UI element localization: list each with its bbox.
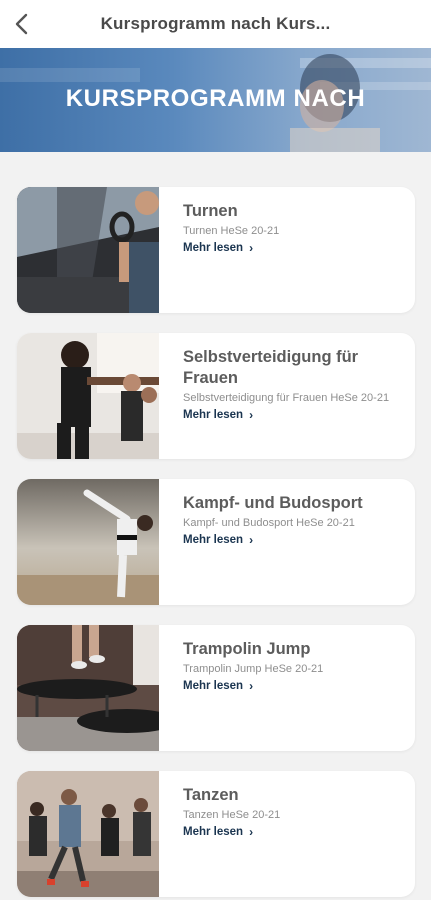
chevron-right-icon: › [249,679,254,693]
course-image-turnen [17,187,159,313]
course-name: Trampolin Jump [183,640,311,658]
course-card-tanzen[interactable]: Tanzen Tanzen HeSe 20-21 Mehr lesen › [17,771,415,897]
read-more-link[interactable]: Mehr lesen › [183,825,253,839]
read-more-link[interactable]: Mehr lesen › [183,241,253,255]
hero-banner: KURSPROGRAMM NACH [0,48,431,152]
chevron-right-icon: › [249,533,254,547]
course-card-kampfsport[interactable]: Kampf- und Budosport Kampf- und Budospor… [17,479,415,605]
read-more-label: Mehr lesen [183,826,244,838]
read-more-link[interactable]: Mehr lesen › [183,679,253,693]
course-image-kampfsport [17,479,159,605]
course-name: Selbstverteidigung für Frauen [183,348,359,387]
course-card-turnen[interactable]: Turnen Turnen HeSe 20-21 Mehr lesen › [17,187,415,313]
top-bar: Kursprogramm nach Kurs... [0,0,431,48]
hero-title: KURSPROGRAMM NACH [65,85,366,112]
read-more-label: Mehr lesen [183,409,244,421]
chevron-right-icon: › [249,825,254,839]
course-subtitle: Tanzen HeSe 20-21 [183,809,281,821]
chevron-right-icon: › [249,241,254,255]
course-card-selbstverteidigung[interactable]: Selbstverteidigung für Frauen Selbstvert… [17,333,415,459]
course-subtitle: Kampf- und Budosport HeSe 20-21 [183,517,355,529]
course-image-trampolin [17,625,159,751]
course-subtitle: Turnen HeSe 20-21 [183,225,280,237]
chevron-right-icon: › [249,408,254,422]
course-subtitle: Trampolin Jump HeSe 20-21 [183,663,324,675]
course-name: Turnen [183,202,238,220]
course-image-tanzen [17,771,159,897]
read-more-label: Mehr lesen [183,680,244,692]
course-card-trampolin[interactable]: Trampolin Jump Trampolin Jump HeSe 20-21… [17,625,415,751]
read-more-link[interactable]: Mehr lesen › [183,533,253,547]
read-more-link[interactable]: Mehr lesen › [183,408,253,422]
read-more-label: Mehr lesen [183,534,244,546]
course-name: Tanzen [183,786,239,804]
read-more-label: Mehr lesen [183,242,244,254]
course-name: Kampf- und Budosport [183,494,363,512]
course-subtitle: Selbstverteidigung für Frauen HeSe 20-21 [183,392,390,404]
page-title: Kursprogramm nach Kurs... [100,14,331,33]
course-image-selbstverteidigung [17,333,159,459]
